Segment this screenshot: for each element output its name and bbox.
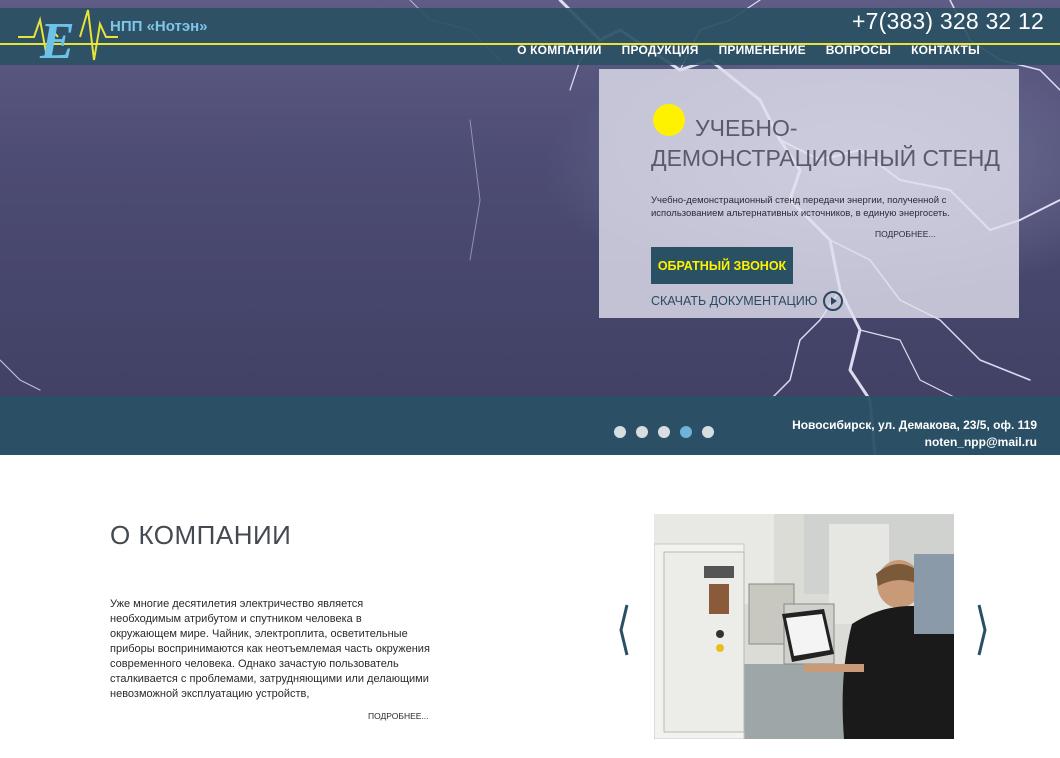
phone-number[interactable]: +7(383) 328 32 12	[852, 8, 1044, 35]
chevron-right-icon[interactable]	[975, 603, 989, 657]
slider-dot-5[interactable]	[702, 426, 714, 438]
slide-more-link[interactable]: ПОДРОБНЕЕ...	[875, 229, 936, 239]
slide-card: Учебно-демонстрационный стенд Учебно-дем…	[599, 69, 1019, 318]
company-photo	[654, 514, 954, 739]
nav-item-about[interactable]: О КОМПАНИИ	[517, 43, 602, 57]
slider-dot-3[interactable]	[658, 426, 670, 438]
download-docs-label: СКАЧАТЬ ДОКУМЕНТАЦИЮ	[651, 294, 818, 308]
address-text: Новосибирск, ул. Демакова, 23/5, оф. 119	[792, 418, 1037, 432]
slider-dot-1[interactable]	[614, 426, 626, 438]
about-more-link[interactable]: ПОДРОБНЕЕ...	[368, 711, 429, 721]
nav-item-contacts[interactable]: КОНТАКТЫ	[911, 43, 980, 57]
slider-dot-2[interactable]	[636, 426, 648, 438]
nav-item-application[interactable]: ПРИМЕНЕНИЕ	[719, 43, 806, 57]
email-link[interactable]: noten_npp@mail.ru	[792, 434, 1037, 451]
play-circle-icon	[823, 291, 844, 311]
about-title: О КОМПАНИИ	[110, 520, 292, 550]
slider-pagination	[614, 426, 714, 438]
slider-dot-4[interactable]	[680, 426, 692, 438]
slide-description: Учебно-демонстрационный стенд передачи э…	[651, 195, 950, 219]
slide-title: Учебно-демонстрационный стенд	[651, 115, 1000, 171]
nav-item-questions[interactable]: ВОПРОСЫ	[826, 43, 891, 57]
company-name[interactable]: НПП «Нотэн»	[110, 18, 208, 35]
contact-info: Новосибирск, ул. Демакова, 23/5, оф. 119…	[792, 417, 1037, 451]
about-text: Уже многие десятилетия электричество явл…	[110, 598, 430, 700]
callback-button[interactable]: ОБРАТНЫЙ ЗВОНОК	[651, 247, 793, 284]
hero-slider: E НПП «Нотэн» +7(383) 328 32 12 О КОМПАН…	[0, 0, 1060, 455]
company-logo-icon[interactable]: E	[18, 0, 118, 74]
chevron-left-icon[interactable]	[617, 603, 631, 657]
contact-band: Новосибирск, ул. Демакова, 23/5, оф. 119…	[0, 396, 1060, 455]
nav-item-products[interactable]: ПРОДУКЦИЯ	[622, 43, 699, 57]
main-nav: О КОМПАНИИ ПРОДУКЦИЯ ПРИМЕНЕНИЕ ВОПРОСЫ …	[517, 43, 980, 57]
lab-photo-illustration	[654, 514, 954, 739]
svg-text:E: E	[39, 13, 75, 70]
download-docs-link[interactable]: СКАЧАТЬ ДОКУМЕНТАЦИЮ	[651, 291, 844, 311]
